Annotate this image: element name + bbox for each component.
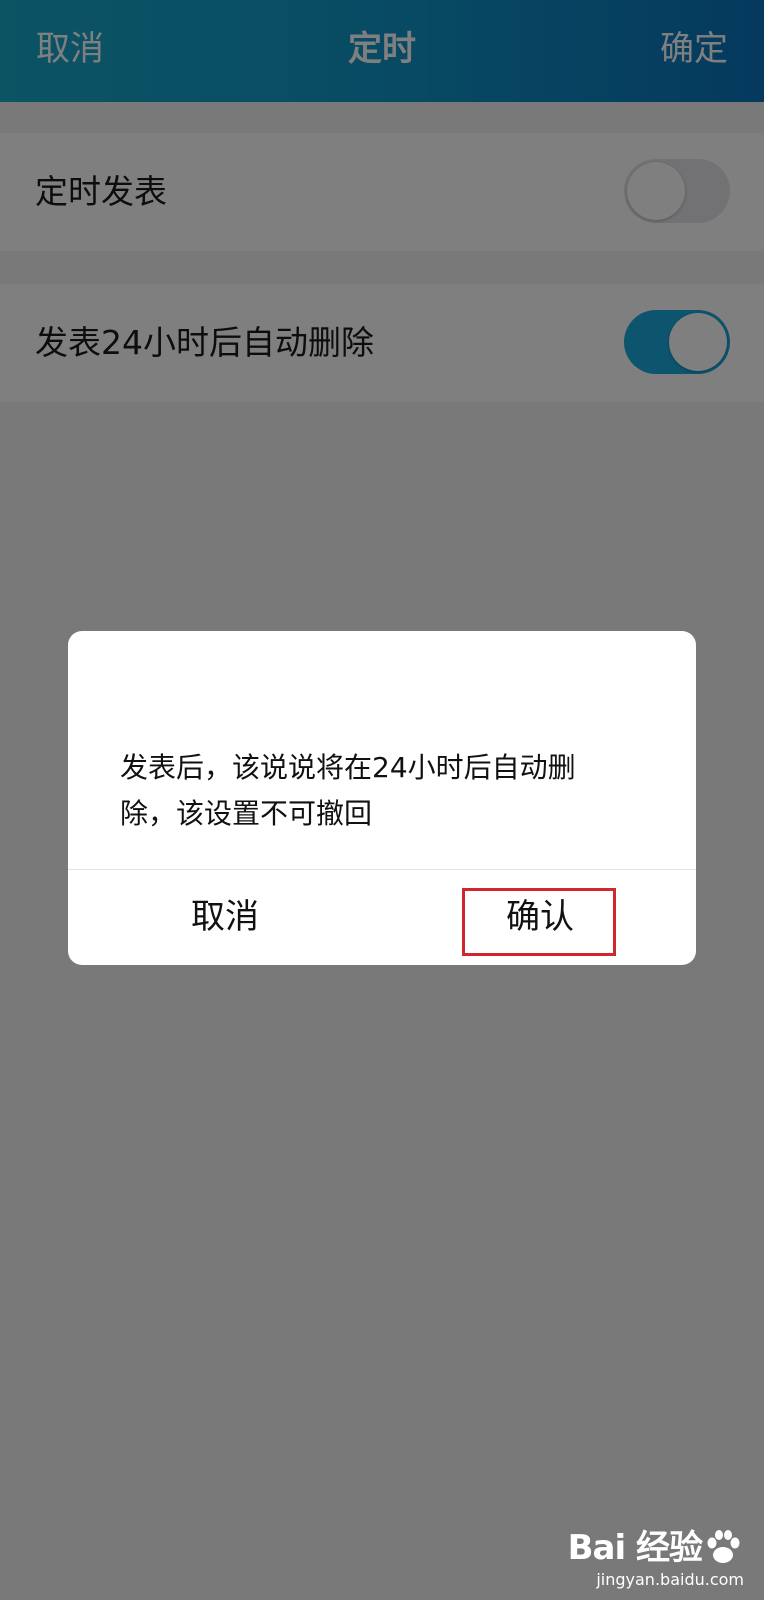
paw-icon: [707, 1530, 740, 1563]
watermark-logo-text: Bai 经验: [567, 1528, 703, 1568]
dialog-cancel-button[interactable]: 取消: [68, 870, 382, 965]
watermark-url: jingyan.baidu.com: [596, 1570, 744, 1589]
dialog-message: 发表后，该说说将在24小时后自动删除，该设置不可撤回: [120, 751, 576, 830]
baidu-jingyan-watermark: Bai 经验 jingyan.baidu.com: [564, 1526, 744, 1590]
highlight-annotation-box: [462, 888, 616, 956]
